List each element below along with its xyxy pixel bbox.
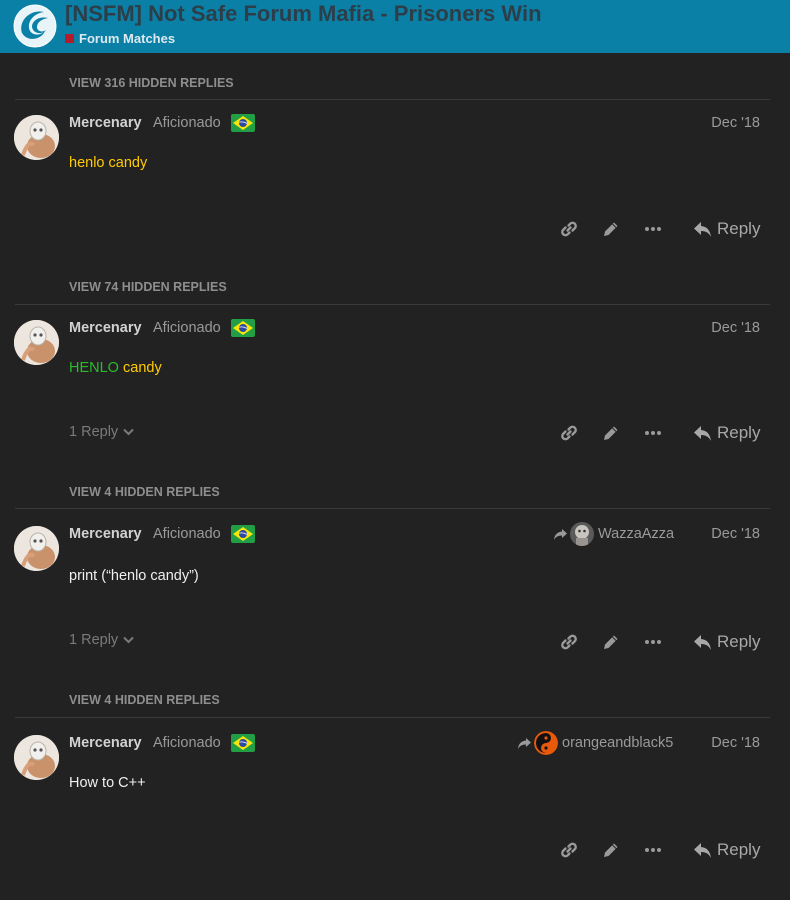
link-icon — [561, 425, 577, 441]
category-badge[interactable]: Forum Matches — [65, 31, 175, 46]
divider — [15, 717, 770, 718]
reply-arrow-icon — [694, 221, 711, 237]
post-text-yellow: candy — [123, 360, 162, 376]
more-actions-button[interactable] — [641, 421, 665, 445]
post-date[interactable]: Dec '18 — [711, 526, 760, 542]
post-date[interactable]: Dec '18 — [711, 320, 760, 336]
topic-header: [NSFM] Not Safe Forum Mafia - Prisoners … — [0, 0, 790, 53]
chevron-down-icon — [123, 636, 134, 644]
forum-logo-icon[interactable] — [12, 3, 58, 49]
user-title: Aficionado — [153, 526, 221, 542]
username[interactable]: Mercenary — [69, 320, 142, 336]
show-replies-button[interactable]: 1 Reply — [69, 424, 134, 440]
pencil-icon — [604, 222, 618, 236]
more-dots-icon — [645, 227, 661, 231]
reply-arrow-icon — [694, 842, 711, 858]
reply-button[interactable]: Reply — [693, 840, 760, 860]
post-body: HENLO candy — [69, 360, 162, 376]
username[interactable]: Mercenary — [69, 115, 142, 131]
copy-link-button[interactable] — [557, 838, 581, 862]
username[interactable]: Mercenary — [69, 735, 142, 751]
divider — [15, 99, 770, 100]
user-title: Aficionado — [153, 735, 221, 751]
post-body: How to C++ — [69, 775, 146, 791]
avatar[interactable] — [14, 115, 59, 160]
pencil-icon — [604, 843, 618, 857]
reply-to-tab[interactable]: WazzaAzza — [553, 522, 674, 546]
post: Mercenary Aficionado orangeandblack5 Dec… — [0, 731, 790, 900]
post-text-green: HENLO — [69, 360, 119, 376]
replies-count: 1 Reply — [69, 424, 119, 440]
reply-button[interactable]: Reply — [693, 423, 760, 443]
post-date[interactable]: Dec '18 — [711, 115, 760, 131]
copy-link-button[interactable] — [557, 217, 581, 241]
pencil-icon — [604, 426, 618, 440]
brazil-flag-icon — [231, 114, 255, 132]
reply-to-tab[interactable]: orangeandblack5 — [517, 731, 673, 755]
reply-button[interactable]: Reply — [693, 632, 760, 652]
pencil-icon — [604, 635, 618, 649]
brazil-flag-icon — [231, 734, 255, 752]
share-arrow-icon — [554, 528, 567, 540]
topic-title[interactable]: [NSFM] Not Safe Forum Mafia - Prisoners … — [65, 1, 542, 27]
more-dots-icon — [645, 431, 661, 435]
reply-button[interactable]: Reply — [693, 219, 760, 239]
view-hidden-replies-button[interactable]: VIEW 74 HIDDEN REPLIES — [69, 280, 227, 294]
link-icon — [561, 634, 577, 650]
reply-label: Reply — [717, 219, 761, 238]
avatar[interactable] — [14, 735, 59, 780]
view-hidden-replies-button[interactable]: VIEW 4 HIDDEN REPLIES — [69, 485, 220, 499]
replied-user-avatar — [570, 522, 594, 546]
replied-user-avatar — [534, 731, 558, 755]
copy-link-button[interactable] — [557, 630, 581, 654]
show-replies-button[interactable]: 1 Reply — [69, 632, 134, 648]
username[interactable]: Mercenary — [69, 526, 142, 542]
category-color-square — [65, 34, 74, 43]
replies-count: 1 Reply — [69, 632, 119, 648]
divider — [15, 508, 770, 509]
view-hidden-replies-button[interactable]: VIEW 316 HIDDEN REPLIES — [69, 76, 234, 90]
edit-button[interactable] — [599, 421, 623, 445]
post-body: print (“henlo candy”) — [69, 568, 199, 584]
post-date[interactable]: Dec '18 — [711, 735, 760, 751]
avatar[interactable] — [14, 526, 59, 571]
replied-username: WazzaAzza — [598, 526, 675, 542]
brazil-flag-icon — [231, 525, 255, 543]
replied-username: orangeandblack5 — [562, 735, 674, 751]
link-icon — [561, 221, 577, 237]
more-dots-icon — [645, 640, 661, 644]
divider — [15, 304, 770, 305]
reply-label: Reply — [717, 632, 761, 651]
reply-arrow-icon — [694, 634, 711, 650]
avatar[interactable] — [14, 320, 59, 365]
share-arrow-icon — [518, 737, 531, 749]
category-name[interactable]: Forum Matches — [79, 31, 175, 46]
edit-button[interactable] — [599, 217, 623, 241]
reply-arrow-icon — [694, 425, 711, 441]
chevron-down-icon — [123, 428, 134, 436]
view-hidden-replies-button[interactable]: VIEW 4 HIDDEN REPLIES — [69, 693, 220, 707]
post-body: henlo candy — [69, 155, 147, 171]
edit-button[interactable] — [599, 838, 623, 862]
link-icon — [561, 842, 577, 858]
more-dots-icon — [645, 848, 661, 852]
user-title: Aficionado — [153, 320, 221, 336]
brazil-flag-icon — [231, 319, 255, 337]
more-actions-button[interactable] — [641, 630, 665, 654]
copy-link-button[interactable] — [557, 421, 581, 445]
reply-label: Reply — [717, 840, 761, 859]
more-actions-button[interactable] — [641, 217, 665, 241]
post-text-yellow: henlo candy — [69, 155, 148, 171]
user-title: Aficionado — [153, 115, 221, 131]
reply-label: Reply — [717, 423, 761, 442]
edit-button[interactable] — [599, 630, 623, 654]
more-actions-button[interactable] — [641, 838, 665, 862]
